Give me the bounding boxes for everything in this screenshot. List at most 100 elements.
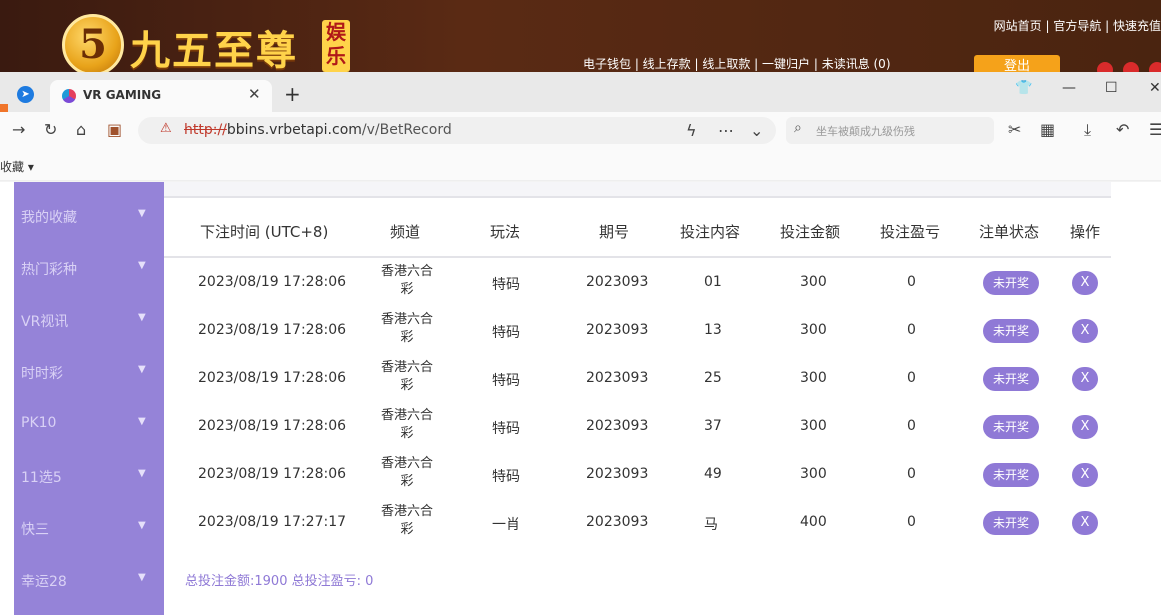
close-icon[interactable]: ✕ [248,85,261,103]
cell-amount: 400 [800,514,827,530]
status-badge[interactable]: 未开奖 [983,415,1039,439]
content-top-bar [164,182,1111,198]
home-icon[interactable]: ⌂ [76,120,86,139]
table-header: 下注时间 (UTC+8) 频道 玩法 期号 投注内容 投注金额 投注盈亏 注单状… [164,200,1111,258]
shirt-icon[interactable]: 👕 [1015,80,1032,96]
url-path: /v/BetRecord [361,122,452,138]
cell-time: 2023/08/19 17:28:06 [198,418,347,434]
compass-icon[interactable]: ➤ [17,86,34,103]
more-icon[interactable]: ⋯ [718,121,734,140]
col-action: 操作 [1070,223,1101,241]
sidebar-item-label: 快三 [21,522,49,538]
status-badge[interactable]: 未开奖 [983,319,1039,343]
bookmarks-menu[interactable]: 收藏 ▾ [0,158,34,175]
sidebar-item-label: 热门彩种 [21,262,77,278]
download-icon[interactable]: ⤓ [1084,120,1091,140]
cell-period: 2023093 [586,418,649,434]
sidebar-item-vr-video[interactable]: VR视讯 ▼ [14,294,164,346]
window-close-icon[interactable]: ✕ [1149,80,1161,96]
left-edge-strip [0,182,14,615]
cancel-bet-button[interactable]: X [1072,319,1098,343]
cell-amount: 300 [800,418,827,434]
status-badge[interactable]: 未开奖 [983,367,1039,391]
cell-channel: 香港六合彩 [380,312,433,345]
menu-icon[interactable]: ☰ [1149,120,1161,139]
tab-vr-gaming[interactable]: VR GAMING ✕ [50,80,272,112]
sidebar-item-11x5[interactable]: 11选5 ▼ [14,450,164,502]
cell-channel: 香港六合彩 [380,408,433,441]
status-badge[interactable]: 未开奖 [983,511,1039,535]
chevron-down-icon: ▼ [138,572,146,583]
sidebar-item-label: 时时彩 [21,366,63,382]
cell-period: 2023093 [586,514,649,530]
chevron-down-icon[interactable]: ⌄ [750,121,763,140]
sidebar-item-label: VR视讯 [21,314,69,330]
sidebar-item-hot[interactable]: 热门彩种 ▼ [14,242,164,294]
sidebar-item-label: 我的收藏 [21,210,77,226]
table-row: 2023/08/19 17:28:06 香港六合彩 特码 2023093 37 … [164,402,1111,450]
cell-pnl: 0 [907,322,916,338]
col-play: 玩法 [490,223,521,241]
cell-time: 2023/08/19 17:28:06 [198,322,347,338]
site-logo-tag: 娱乐 [322,20,350,72]
status-badge[interactable]: 未开奖 [983,463,1039,487]
cell-time: 2023/08/19 17:28:06 [198,370,347,386]
cell-amount: 300 [800,274,827,290]
col-pnl: 投注盈亏 [880,223,941,241]
search-box[interactable]: ⌕ 坐车被颠成九级伤残 [786,117,994,144]
new-tab-button[interactable]: + [284,82,301,106]
table-row: 2023/08/19 17:27:17 香港六合彩 一肖 2023093 马 4… [164,498,1111,546]
url-text[interactable]: http://bbins.vrbetapi.com/v/BetRecord [184,122,452,138]
cell-time: 2023/08/19 17:28:06 [198,466,347,482]
cell-channel: 香港六合彩 [380,360,433,393]
cell-play: 特码 [492,325,520,341]
sidebar-item-lucky28[interactable]: 幸运28 ▼ [14,554,164,606]
col-amount: 投注金额 [780,223,841,241]
cancel-bet-button[interactable]: X [1072,415,1098,439]
cell-content: 25 [704,370,722,386]
sidebar-item-pk10[interactable]: PK10 ▼ [14,398,164,450]
cell-play: 特码 [492,373,520,389]
tab-title: VR GAMING [83,88,162,102]
cell-amount: 300 [800,322,827,338]
cancel-bet-button[interactable]: X [1072,271,1098,295]
site-account-links[interactable]: 电子钱包 | 线上存款 | 线上取款 | 一键归户 | 未读讯息 (0) [583,55,891,72]
cell-channel: 香港六合彩 [380,504,433,537]
tab-bar: ➤ VR GAMING ✕ + 👕 — ☐ ✕ [0,72,1161,118]
status-badge[interactable]: 未开奖 [983,271,1039,295]
scissors-icon[interactable]: ✂ [1008,120,1021,139]
cell-time: 2023/08/19 17:27:17 [198,514,347,530]
forward-icon[interactable]: → [12,120,25,139]
col-content: 投注内容 [680,223,741,241]
bet-summary: 总投注金额:1900 总投注盈亏: 0 [185,574,374,589]
lightning-icon[interactable]: ϟ [686,121,697,140]
address-bar[interactable]: ⚠ http://bbins.vrbetapi.com/v/BetRecord … [138,117,776,144]
sidebar-item-k3[interactable]: 快三 ▼ [14,502,164,554]
cell-time: 2023/08/19 17:28:06 [198,274,347,290]
cancel-bet-button[interactable]: X [1072,367,1098,391]
undo-icon[interactable]: ↶ [1116,120,1129,139]
sidebar-item-ssc[interactable]: 时时彩 ▼ [14,346,164,398]
reload-icon[interactable]: ↻ [44,120,57,139]
cancel-bet-button[interactable]: X [1072,463,1098,487]
sidebar-item-label: 幸运28 [21,574,67,590]
sidebar-item-favorites[interactable]: 我的收藏 ▼ [14,190,164,242]
cell-period: 2023093 [586,466,649,482]
cell-period: 2023093 [586,274,649,290]
cell-channel: 香港六合彩 [380,264,433,297]
table-row: 2023/08/19 17:28:06 香港六合彩 特码 2023093 49 … [164,450,1111,498]
minimize-icon[interactable]: — [1062,80,1076,96]
sidebar-item-label: PK10 [21,415,57,431]
cell-pnl: 0 [907,274,916,290]
cancel-bet-button[interactable]: X [1072,511,1098,535]
cell-content: 37 [704,418,722,434]
site-top-links[interactable]: 网站首页 | 官方导航 | 快速充值 [994,17,1161,34]
cell-play: 特码 [492,421,520,437]
cell-amount: 300 [800,370,827,386]
apps-grid-icon[interactable]: ▦ [1040,120,1055,139]
site-header: 5 九五至尊 娱乐 网站首页 | 官方导航 | 快速充值 电子钱包 | 线上存款… [0,0,1161,78]
chevron-down-icon: ▼ [138,364,146,375]
cell-channel: 香港六合彩 [380,456,433,489]
briefcase-icon[interactable]: ▣ [107,120,122,139]
maximize-icon[interactable]: ☐ [1105,80,1118,96]
